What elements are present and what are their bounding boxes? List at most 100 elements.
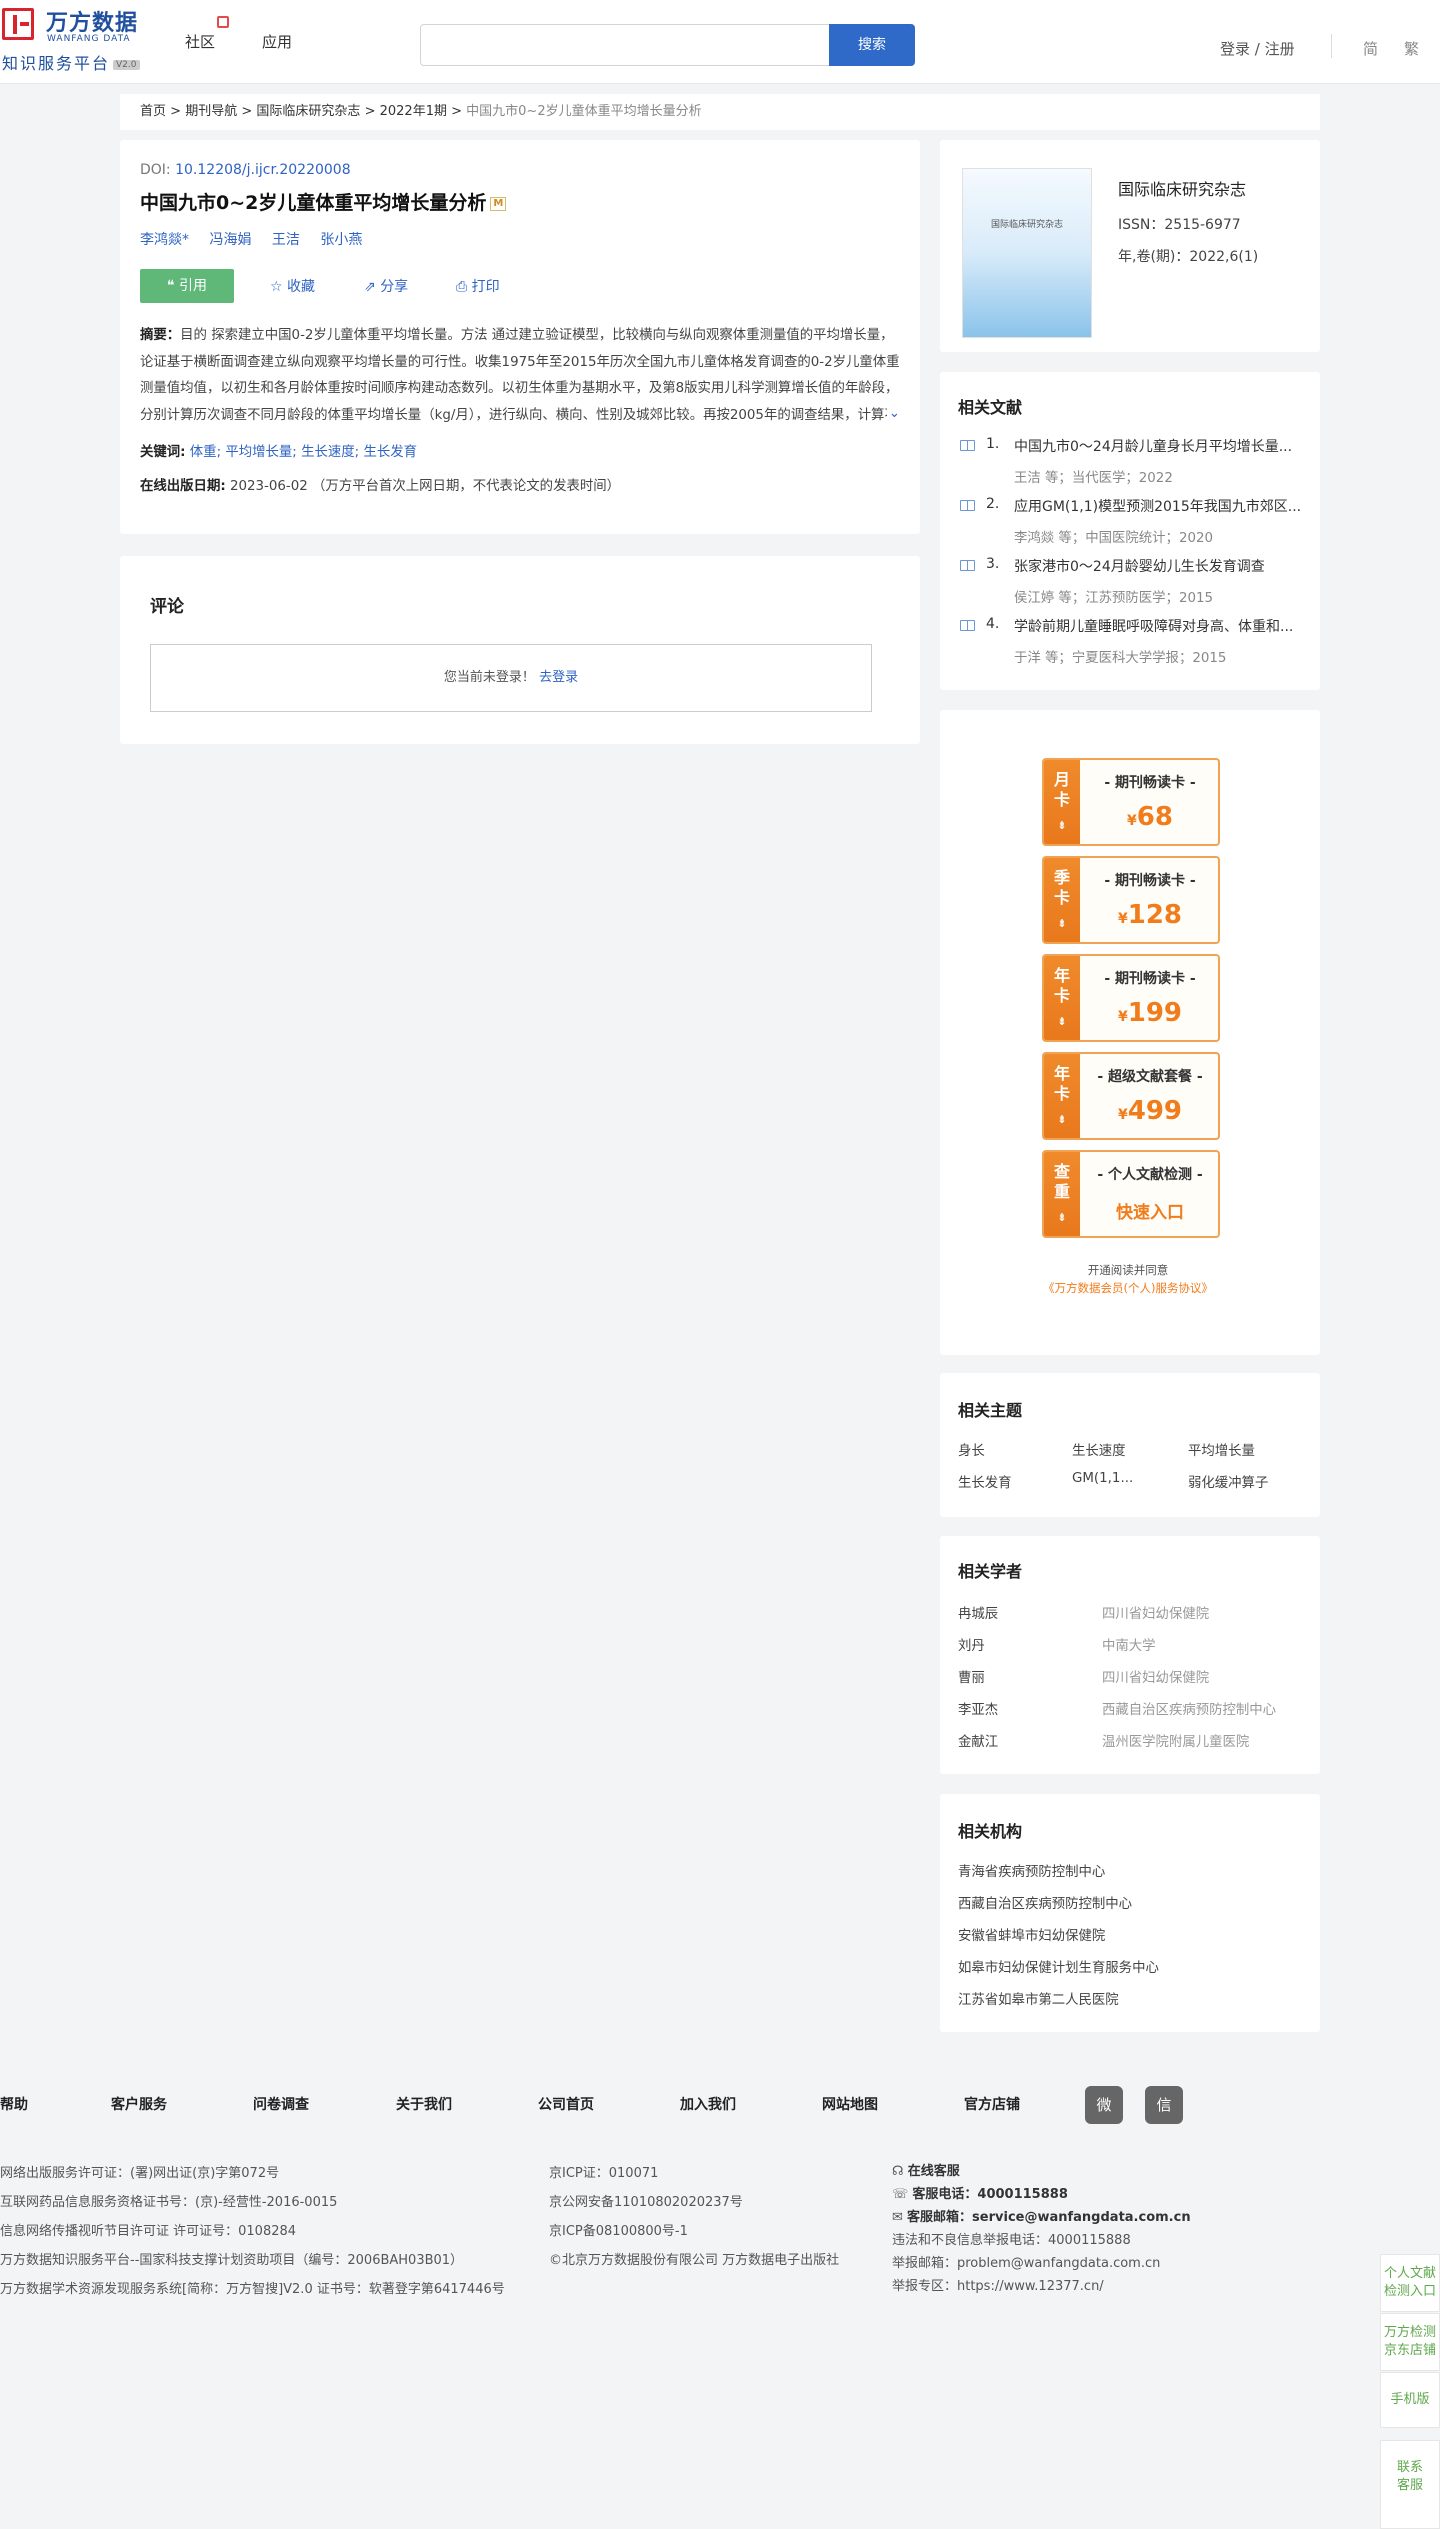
cite-button[interactable]: ❝ 引用 [140,269,234,303]
currency-symbol: ¥ [1117,1009,1128,1025]
doi-label: DOI: [140,162,171,178]
doc-title[interactable]: 中国九市0～24月龄儿童身长月平均增长量... [1014,436,1314,456]
card-name: - 期刊畅读卡 - [1104,775,1196,791]
side-tool-line: 联系 [1396,2460,1423,2475]
side-tool-jd-store[interactable]: 万方检测 京东店铺 [1380,2313,1440,2371]
quarterly-card[interactable]: 季卡 ⇟ - 期刊畅读卡 - ¥128 [1042,856,1220,944]
footer-about[interactable]: 关于我们 [396,2094,452,2114]
scholar-name[interactable]: 刘丹 [958,1634,985,1654]
topic-link[interactable]: 生长速度 [1072,1439,1126,1459]
scholar-org[interactable]: 西藏自治区疾病预防控制中心 [1102,1698,1276,1718]
author-link[interactable]: 王洁 [272,232,300,248]
org-link[interactable]: 安徽省蚌埠市妇幼保健院 [958,1924,1105,1944]
topic-link[interactable]: 身长 [958,1439,985,1459]
footer-company-home[interactable]: 公司首页 [538,2094,594,2114]
scholar-name[interactable]: 冉城辰 [958,1602,998,1622]
share-button[interactable]: ⇗ 分享 [364,276,408,296]
plagiarism-check-card[interactable]: 查重 ⇟ - 个人文献检测 - 快速入口 [1042,1150,1220,1238]
keyword-link[interactable]: 平均增长量; [225,445,296,460]
journal-cover-image[interactable]: 国际临床研究杂志 [962,168,1092,338]
nav-apps[interactable]: 应用 [262,31,292,52]
keyword-link[interactable]: 生长速度; [301,445,359,460]
comments-title: 评论 [150,597,184,617]
scholar-org[interactable]: 中南大学 [1102,1634,1156,1654]
keyword-link[interactable]: 生长发育 [363,445,417,460]
scholar-name[interactable]: 曹丽 [958,1666,985,1686]
nav-community[interactable]: 社区 [185,16,229,52]
org-link[interactable]: 如皋市妇幼保健计划生育服务中心 [958,1956,1159,1976]
icp-line[interactable]: 京ICP备08100800号-1 [549,2220,688,2239]
breadcrumb-sep: > [364,104,376,119]
doi-link[interactable]: 10.12208/j.ijcr.20220008 [175,162,351,178]
wanfang-logo[interactable]: 万方数据 WANFANG DATA 知识服务平台 V2.0 [2,8,152,74]
footer-join-us[interactable]: 加入我们 [680,2094,736,2114]
star-icon: ☆ [270,279,288,295]
email-value[interactable]: service@wanfangdata.com.cn [972,2210,1191,2225]
footer-survey[interactable]: 问卷调查 [253,2094,309,2114]
keyword-link[interactable]: 体重; [190,445,221,460]
journal-name-link[interactable]: 国际临床研究杂志 [1118,176,1246,200]
agreement-link[interactable]: 《万方数据会员(个人)服务协议》 [940,1280,1316,1296]
topic-link[interactable]: 弱化缓冲算子 [1188,1471,1268,1491]
breadcrumb-sep: > [241,104,253,119]
print-button[interactable]: ⎙ 打印 [456,276,500,296]
topic-link[interactable]: GM(1,1... [1072,1471,1133,1486]
m-badge-icon[interactable]: M [490,196,507,211]
icp-line[interactable]: 京公网安备11010802020237号 [549,2191,743,2210]
doc-title[interactable]: 应用GM(1,1)模型预测2015年我国九市郊区... [1014,496,1314,516]
wechat-icon[interactable]: 信 [1145,2086,1183,2124]
side-tool-mobile[interactable]: 手机版 [1380,2372,1440,2428]
footer-customer-service[interactable]: 客户服务 [111,2094,167,2114]
search-input[interactable] [420,24,830,66]
scholar-name[interactable]: 金献江 [958,1730,998,1750]
lang-simplified[interactable]: 简 [1363,38,1378,59]
footer-help[interactable]: 帮助 [0,2094,28,2114]
org-link[interactable]: 江苏省如皋市第二人民医院 [958,1988,1119,2008]
super-package-card[interactable]: 年卡 ⇟ - 超级文献套餐 - ¥499 [1042,1052,1220,1140]
price-value: 68 [1136,802,1173,832]
doc-title[interactable]: 学龄前期儿童睡眠呼吸障碍对身高、体重和... [1014,616,1314,636]
footer-sitemap[interactable]: 网站地图 [822,2094,878,2114]
scholar-org[interactable]: 四川省妇幼保健院 [1102,1666,1209,1686]
card-side-char: 月 [1053,770,1070,789]
breadcrumb-home[interactable]: 首页 [140,104,166,119]
scholar-name[interactable]: 李亚杰 [958,1698,998,1718]
membership-panel: 月卡 ⇟ - 期刊畅读卡 - ¥68 季卡 ⇟ - 期刊畅读卡 - ¥128 年卡 ⇟… [940,710,1320,1355]
side-tool-personal-check[interactable]: 个人文献 检测入口 [1380,2254,1440,2312]
arrow-down-icon: ⇟ [1057,1113,1067,1126]
topic-link[interactable]: 生长发育 [958,1471,1012,1491]
org-link[interactable]: 西藏自治区疾病预防控制中心 [958,1892,1132,1912]
author-link[interactable]: 张小燕 [320,232,362,248]
author-link[interactable]: 冯海娟 [209,232,251,248]
lang-traditional[interactable]: 繁 [1404,38,1419,59]
breadcrumb-journal[interactable]: 国际临床研究杂志 [256,104,360,119]
scholar-org[interactable]: 四川省妇幼保健院 [1102,1602,1209,1622]
breadcrumb-journals[interactable]: 期刊导航 [185,104,237,119]
footer-official-store[interactable]: 官方店铺 [964,2094,1020,2114]
scholar-org[interactable]: 温州医学院附属儿童医院 [1102,1730,1249,1750]
quick-entry-link[interactable]: 快速入口 [1080,1198,1218,1223]
card-side-char: 卡 [1053,1084,1070,1103]
topic-link[interactable]: 平均增长量 [1188,1439,1255,1459]
yearly-card[interactable]: 年卡 ⇟ - 期刊畅读卡 - ¥199 [1042,954,1220,1042]
breadcrumb: 首页 > 期刊导航 > 国际临床研究杂志 > 2022年1期 > 中国九市0~2… [120,94,1320,130]
side-tool-contact[interactable]: 联系 客服 [1380,2440,1440,2529]
logo-subtitle: 知识服务平台 V2.0 [2,50,140,74]
go-login-link[interactable]: 去登录 [539,670,578,685]
org-link[interactable]: 青海省疾病预防控制中心 [958,1860,1105,1880]
online-service[interactable]: ☊ 在线客服 [892,2160,960,2179]
weibo-icon[interactable]: 微 [1085,2086,1123,2124]
journal-issue: 年,卷(期)：2022,6(1) [1118,249,1259,265]
mail-icon: ✉ [892,2210,908,2225]
search-button[interactable]: 搜索 [829,24,915,66]
breadcrumb-issue[interactable]: 2022年1期 [380,104,447,119]
monthly-card[interactable]: 月卡 ⇟ - 期刊畅读卡 - ¥68 [1042,758,1220,846]
favorite-button[interactable]: ☆ 收藏 [270,276,315,296]
book-icon [960,500,975,511]
login-register-link[interactable]: 登录 / 注册 [1220,38,1295,59]
doc-title[interactable]: 张家港市0～24月龄婴幼儿生长发育调查 [1014,556,1314,576]
license-line: 万方数据学术资源发现服务系统[简称：万方智搜]V2.0 证书号：软著登字第641… [0,2282,505,2297]
expand-chevron-icon[interactable]: ⌄ [886,401,900,428]
author-link[interactable]: 李鸿燚* [140,232,189,248]
report-zone[interactable]: 举报专区：https://www.12377.cn/ [892,2275,1104,2294]
